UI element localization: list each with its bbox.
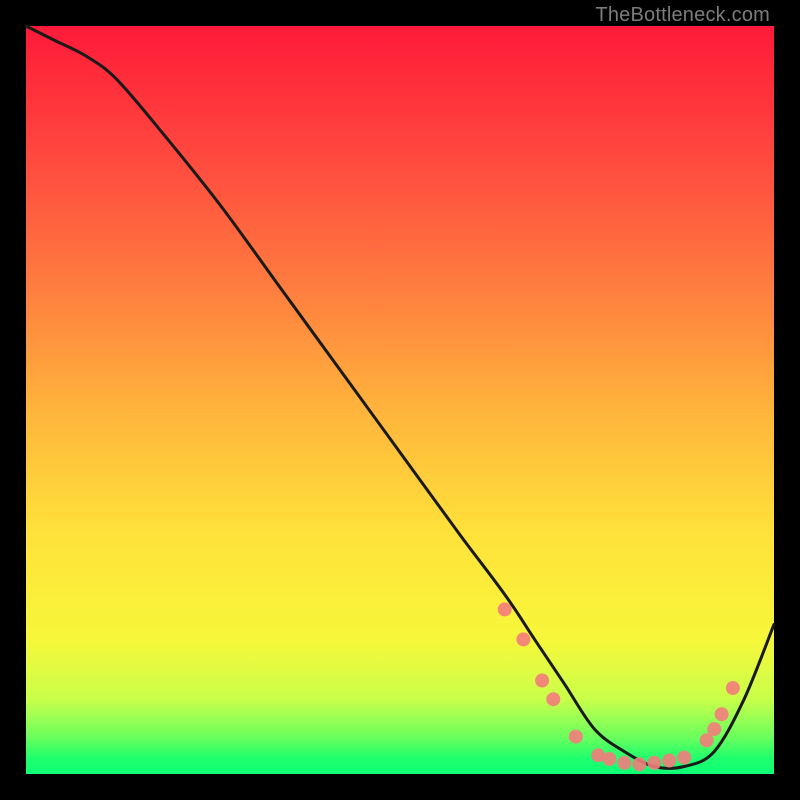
chart-marker [677, 751, 691, 765]
chart-marker [617, 756, 631, 770]
chart-marker [602, 752, 616, 766]
chart-overlay [26, 26, 774, 774]
chart-marker [498, 602, 512, 616]
chart-marker [662, 754, 676, 768]
chart-stage: TheBottleneck.com [0, 0, 800, 800]
chart-markers [498, 602, 740, 771]
chart-curve [26, 26, 774, 768]
chart-marker [707, 722, 721, 736]
chart-marker [546, 692, 560, 706]
chart-marker [726, 681, 740, 695]
chart-marker [632, 757, 646, 771]
chart-marker [569, 730, 583, 744]
watermark-label: TheBottleneck.com [595, 4, 770, 27]
chart-marker [647, 756, 661, 770]
chart-marker [516, 632, 530, 646]
chart-marker [535, 674, 549, 688]
chart-marker [715, 707, 729, 721]
